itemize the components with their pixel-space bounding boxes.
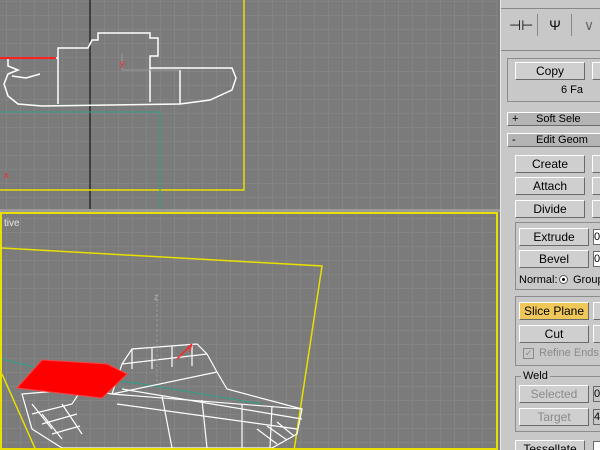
refine-ends-label: Refine Ends: [539, 347, 599, 359]
top-viewport[interactable]: y x: [0, 0, 498, 210]
extrude-amount-field[interactable]: 0: [593, 229, 600, 245]
slice-plane-button[interactable]: Slice Plane: [519, 302, 589, 320]
modifier-stack-icon[interactable]: Ψ: [543, 14, 567, 36]
normal-group-radio[interactable]: [559, 275, 568, 284]
x-axis-label-top: x: [4, 170, 9, 180]
expand-icon: +: [512, 113, 519, 125]
copy-button[interactable]: Copy: [515, 62, 585, 80]
create-button[interactable]: Create: [515, 155, 585, 173]
perspective-viewport[interactable]: z y tive: [0, 212, 498, 450]
turn-button[interactable]: [592, 200, 600, 218]
soft-selection-rollout[interactable]: + Soft Sele: [507, 112, 600, 126]
bevel-button[interactable]: Bevel: [519, 250, 589, 268]
faces-selected-text: 6 Fa: [561, 84, 584, 96]
radio-dot: [562, 278, 565, 281]
weld-selected-threshold[interactable]: 0: [593, 386, 600, 402]
weld-target-threshold[interactable]: 4: [593, 409, 600, 425]
panel-top-border: [501, 0, 600, 9]
paste-button[interactable]: [592, 62, 600, 80]
cut-button[interactable]: Cut: [519, 325, 589, 343]
edit-geometry-rollout[interactable]: - Edit Geom: [507, 133, 600, 147]
z-axis-label: z: [154, 292, 159, 302]
weld-selected-button[interactable]: Selected: [519, 385, 589, 403]
y-axis-label-top: y: [120, 58, 125, 68]
slice-button[interactable]: [593, 302, 600, 320]
rollout-title: Edit Geom: [536, 134, 588, 146]
toolbar-separator: [537, 14, 538, 36]
toolbar-separator: [571, 14, 572, 36]
viewport-label[interactable]: tive: [4, 218, 20, 229]
perspective-viewport-canvas: z y: [2, 214, 496, 448]
tessellate-option[interactable]: [593, 441, 600, 450]
attach-button[interactable]: Attach: [515, 177, 585, 195]
normal-label: Normal:: [519, 274, 558, 286]
top-viewport-canvas: y x: [0, 0, 498, 210]
rollout-title: Soft Sele: [536, 113, 581, 125]
refine-ends-checkbox[interactable]: ✓: [523, 348, 534, 359]
extrude-button[interactable]: Extrude: [519, 228, 589, 246]
command-panel: ⊣⊢ Ψ ∨ Copy 6 Fa + Soft Sele - Edit Geom…: [500, 0, 600, 450]
y-axis-label-persp: y: [188, 342, 193, 352]
tessellate-button[interactable]: Tessellate: [515, 440, 585, 450]
collapse-icon: -: [512, 134, 516, 146]
split-checkbox[interactable]: [593, 325, 600, 343]
delete-button[interactable]: [592, 155, 600, 173]
divide-button[interactable]: Divide: [515, 200, 585, 218]
bevel-amount-field[interactable]: 0: [593, 251, 600, 267]
weld-group-title: Weld: [521, 370, 550, 382]
normal-group-label: Group: [573, 274, 600, 286]
panel-divider: [501, 50, 600, 51]
detach-button[interactable]: [592, 177, 600, 195]
pin-icon[interactable]: ⊣⊢: [509, 14, 533, 36]
chevron-icon[interactable]: ∨: [577, 14, 600, 36]
weld-target-button[interactable]: Target: [519, 408, 589, 426]
